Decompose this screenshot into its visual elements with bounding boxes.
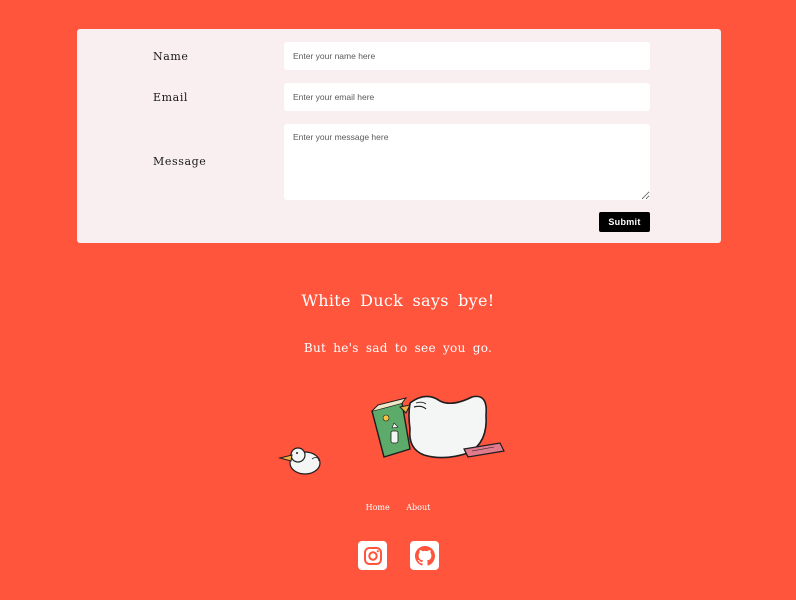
instagram-icon [363, 546, 382, 565]
email-input[interactable] [284, 83, 650, 111]
name-label: Name [153, 50, 189, 63]
footer-link-about[interactable]: About [406, 503, 430, 512]
contact-form: Name Email Message Submit [77, 29, 721, 243]
message-textarea[interactable] [284, 124, 650, 200]
message-label: Message [153, 155, 207, 168]
farewell-subtitle: But he's sad to see you go. [303, 341, 493, 355]
github-icon [414, 545, 435, 566]
duck-illustration [278, 395, 505, 475]
duckling [278, 447, 321, 475]
github-button[interactable] [410, 541, 439, 570]
footer-nav: Home About [0, 503, 796, 512]
submit-button[interactable]: Submit [599, 212, 650, 232]
name-input[interactable] [284, 42, 650, 70]
email-label: Email [153, 91, 189, 104]
instagram-button[interactable] [358, 541, 387, 570]
farewell-title: White Duck says bye! [301, 291, 495, 310]
footer-link-home[interactable]: Home [366, 503, 390, 512]
